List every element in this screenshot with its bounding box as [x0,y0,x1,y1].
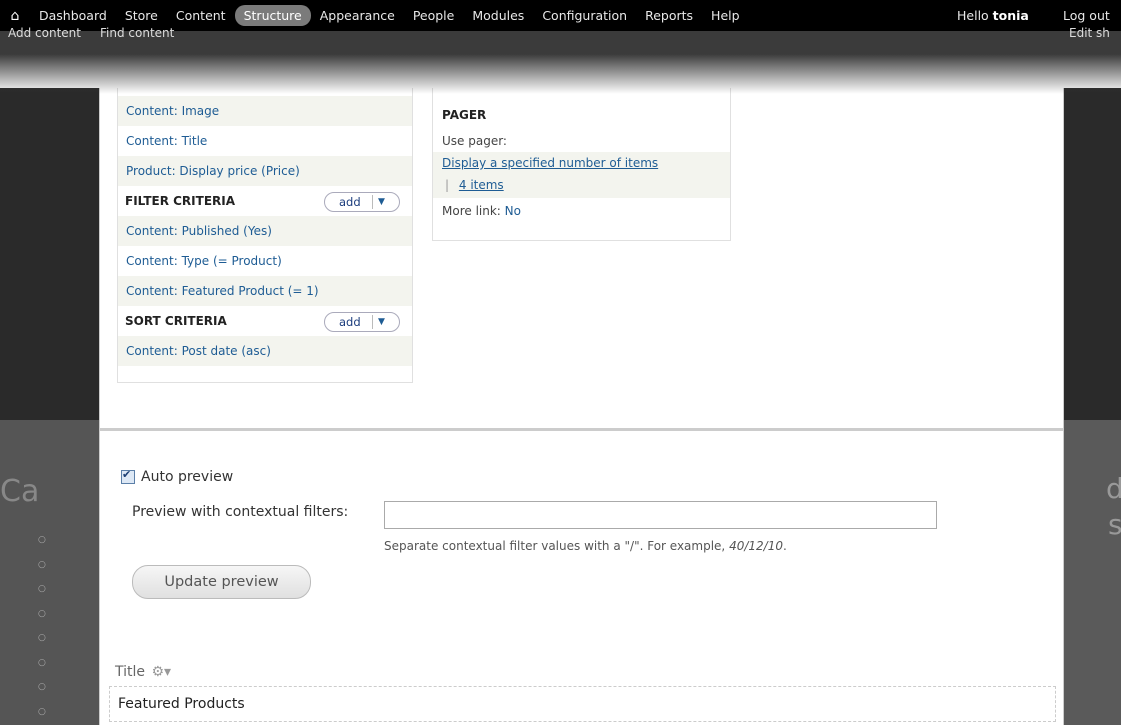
views-edit-panel: Content: Image Content: Title Product: D… [99,88,1064,725]
more-link-value[interactable]: No [505,204,521,218]
menu-item-appearance[interactable]: Appearance [311,5,404,26]
background-right-text-2: s [1108,508,1121,541]
menu-item-help[interactable]: Help [702,5,749,26]
dropdown-arrow-icon[interactable]: ▼ [378,193,385,211]
button-separator [372,195,373,209]
admin-toolbar: ⌂ Dashboard Store Content Structure Appe… [0,0,1121,54]
preview-title-box: Featured Products [109,686,1056,722]
field-link-price[interactable]: Product: Display price (Price) [126,164,300,178]
filter-row[interactable]: Content: Published (Yes) [118,216,412,246]
background-right-text: d [1106,472,1121,505]
sort-criteria-title: SORT CRITERIA [125,314,227,328]
field-row[interactable]: Content: Image [118,96,412,126]
field-row[interactable]: Product: Display price (Price) [118,156,412,186]
button-separator [372,315,373,329]
field-link-title[interactable]: Content: Title [126,134,207,148]
auto-preview-checkbox[interactable] [121,468,135,484]
shortcut-add-content[interactable]: Add content [8,26,81,40]
filter-add-label: add [339,195,361,209]
preview-title-value: Featured Products [118,696,245,712]
field-row[interactable]: Content: Title [118,126,412,156]
views-column-pager: PAGER Use pager: Display a specified num… [432,88,731,241]
sort-criteria-header: SORT CRITERIA add ▼ [118,306,412,336]
contextual-filters-example: 40/12/10 [729,539,783,553]
menu-item-people[interactable]: People [404,5,464,26]
contextual-filters-description: Separate contextual filter values with a… [384,539,787,553]
background-page-left-lower: Ca ○ ○ ○ ○ ○ ○ ○ ○ [0,420,99,725]
menu-item-reports[interactable]: Reports [636,5,702,26]
sort-row[interactable]: Content: Post date (asc) [118,336,412,366]
filter-link-published[interactable]: Content: Published (Yes) [126,224,272,238]
pager-type-link[interactable]: Display a specified number of items [442,156,658,170]
sort-add-label: add [339,315,361,329]
views-display-columns: Content: Image Content: Title Product: D… [100,88,1063,428]
auto-preview-checkbox-row[interactable]: Auto preview [121,468,234,485]
user-name[interactable]: tonia [993,8,1029,23]
background-page-right-lower: d s [1062,420,1121,725]
filter-add-button[interactable]: add ▼ [324,192,400,212]
preview-title-row: Title ⚙▾ [115,664,171,680]
more-link-label: More link: [442,204,501,218]
pager-items-link[interactable]: 4 items [459,178,504,192]
menu-item-structure[interactable]: Structure [234,5,311,26]
menu-item-dashboard[interactable]: Dashboard [30,5,116,26]
filter-row[interactable]: Content: Type (= Product) [118,246,412,276]
filter-row[interactable]: Content: Featured Product (= 1) [118,276,412,306]
views-column-fields: Content: Image Content: Title Product: D… [117,88,413,383]
menu-item-modules[interactable]: Modules [463,5,533,26]
pager-separator: | [445,178,450,192]
more-link-row: More link: No [433,198,730,224]
field-link-image[interactable]: Content: Image [126,104,219,118]
sort-add-button[interactable]: add ▼ [324,312,400,332]
sort-link-post-date[interactable]: Content: Post date (asc) [126,344,271,358]
pager-settings-box: Display a specified number of items | 4 … [433,152,730,198]
use-pager-label: Use pager: [442,134,507,148]
pager-title: PAGER [442,108,487,122]
section-divider [100,428,1063,431]
filter-criteria-title: FILTER CRITERIA [125,194,236,208]
toolbar-shadow [0,54,1121,94]
update-preview-button[interactable]: Update preview [132,565,311,599]
menu-item-content[interactable]: Content [167,5,235,26]
filter-link-type[interactable]: Content: Type (= Product) [126,254,282,268]
contextual-filters-input[interactable] [384,501,937,529]
gear-icon[interactable]: ⚙▾ [151,664,171,680]
edit-shortcuts-link[interactable]: Edit sh [1069,26,1110,40]
preview-title-label: Title [115,664,146,680]
filter-criteria-header: FILTER CRITERIA add ▼ [118,186,412,216]
logout-link[interactable]: Log out [1063,8,1110,23]
contextual-filters-label: Preview with contextual filters: [132,504,349,520]
menu-item-configuration[interactable]: Configuration [533,5,636,26]
background-heading-text: Ca [0,474,40,509]
home-icon[interactable]: ⌂ [0,8,30,24]
shortcut-find-content[interactable]: Find content [100,26,174,40]
menu-item-store[interactable]: Store [116,5,167,26]
background-bullet-list: ○ ○ ○ ○ ○ ○ ○ ○ [38,535,46,717]
auto-preview-label: Auto preview [141,469,234,485]
dropdown-arrow-icon[interactable]: ▼ [378,313,385,331]
user-greeting: Hello tonia [957,8,1029,23]
filter-link-featured[interactable]: Content: Featured Product (= 1) [126,284,319,298]
